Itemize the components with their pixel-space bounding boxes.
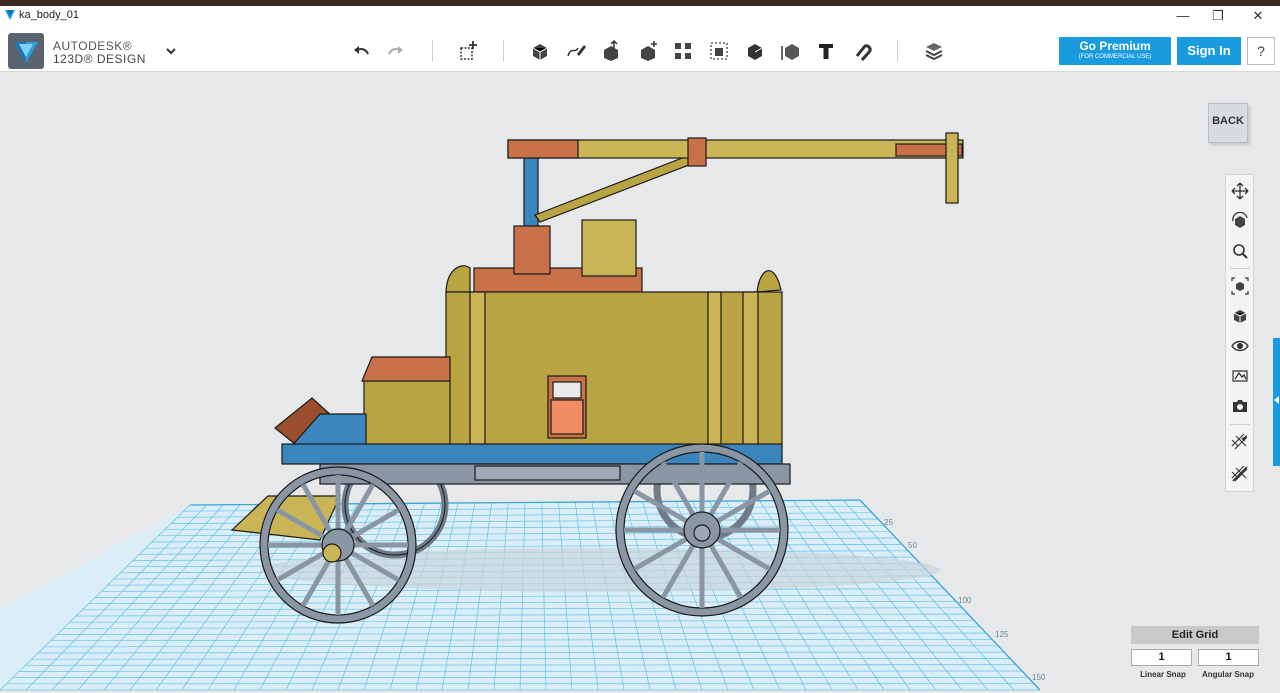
- toolbar-separator: [897, 40, 898, 62]
- extrude-icon: [604, 40, 618, 61]
- grouping-button[interactable]: [706, 38, 732, 64]
- sign-in-button[interactable]: Sign In: [1177, 37, 1241, 65]
- top-box-yellow: [581, 219, 637, 277]
- toolbar-separator: [432, 40, 433, 62]
- window-title: ka_body_01: [19, 9, 79, 21]
- seat-top: [361, 356, 451, 382]
- grid-tick-label: 150: [1032, 673, 1046, 682]
- title-bar: ka_body_01 — ❐ ✕: [0, 0, 1280, 30]
- grid-hide-icon: [1231, 465, 1248, 482]
- pan-icon: [1231, 182, 1249, 200]
- pattern-icon: [675, 43, 691, 59]
- combine-button[interactable]: [742, 38, 768, 64]
- sketch-button[interactable]: [563, 38, 589, 64]
- grid-visibility-button[interactable]: [1229, 463, 1251, 485]
- app-icon: [5, 10, 15, 20]
- snap-button[interactable]: [849, 38, 875, 64]
- tweak-icon: [641, 41, 657, 61]
- fit-icon: [1231, 277, 1249, 295]
- viewcube-label: BACK: [1212, 115, 1244, 127]
- brand-product: 123D® DESIGN: [53, 52, 146, 66]
- grid-tick-label: 25: [884, 518, 893, 527]
- combine-icon: [748, 44, 763, 60]
- visibility-button[interactable]: [1229, 335, 1251, 357]
- primitives-box-button[interactable]: [527, 38, 553, 64]
- crane-post: [523, 151, 539, 233]
- model-scene: 25 50 100 125 150: [0, 132, 1046, 691]
- construct-button[interactable]: [598, 38, 624, 64]
- text-button[interactable]: [813, 38, 839, 64]
- restore-button[interactable]: ❐: [1203, 7, 1233, 27]
- views-cube-icon: [1233, 310, 1247, 323]
- linear-snap-input[interactable]: 1: [1131, 649, 1192, 666]
- measure-button[interactable]: [778, 38, 804, 64]
- seat-box: [363, 379, 451, 449]
- linear-snap-label: Linear Snap: [1140, 670, 1186, 679]
- rear-wheel: [259, 466, 417, 624]
- minimize-button[interactable]: —: [1168, 7, 1198, 27]
- orbit-button[interactable]: [1229, 210, 1251, 232]
- crane-brace: [534, 154, 695, 223]
- go-premium-button[interactable]: Go Premium (FOR COMMERCIAL USE): [1059, 37, 1171, 65]
- close-button[interactable]: ✕: [1243, 7, 1273, 27]
- material-button[interactable]: [921, 38, 947, 64]
- box-icon: [532, 44, 548, 60]
- text-icon: [819, 44, 833, 59]
- crane-hook-arm: [945, 132, 959, 204]
- primitives-button[interactable]: [455, 38, 481, 64]
- brand-company: AUTODESK®: [53, 39, 133, 53]
- viewcube[interactable]: BACK: [1205, 97, 1251, 147]
- group-icon: [710, 42, 728, 60]
- 3d-viewport[interactable]: 25 50 100 125 150 BACK: [0, 73, 1280, 693]
- modify-button[interactable]: [635, 38, 661, 64]
- camera-icon: [1233, 400, 1247, 412]
- chevron-down-icon[interactable]: [164, 44, 178, 58]
- redo-icon: [388, 46, 403, 55]
- angular-snap-label: Angular Snap: [1201, 670, 1254, 679]
- grid-snap-icon: [1231, 433, 1248, 450]
- pan-button[interactable]: [1229, 180, 1251, 202]
- wagon-body: [445, 291, 783, 449]
- magnifier-icon: [1233, 244, 1248, 259]
- main-toolbar: AUTODESK® 123D® DESIGN Go Premium (FOR C…: [0, 30, 1280, 72]
- materials-outlines-button[interactable]: [1229, 365, 1251, 387]
- material-icon: [925, 43, 943, 61]
- undo-button[interactable]: [348, 38, 374, 64]
- undo-icon: [354, 46, 369, 55]
- toolbar-separator: [503, 40, 504, 62]
- go-premium-sublabel: (FOR COMMERCIAL USE): [1078, 54, 1152, 60]
- grid-tick-label: 100: [958, 596, 972, 605]
- measure-icon: [781, 44, 799, 60]
- views-button[interactable]: [1229, 305, 1251, 327]
- help-button[interactable]: ?: [1247, 37, 1275, 65]
- workplane-grid: [0, 499, 1041, 691]
- sketch-pencil-icon: [567, 45, 586, 57]
- eye-icon: [1231, 340, 1249, 352]
- navigation-bar: [1225, 174, 1254, 492]
- zoom-button[interactable]: [1229, 240, 1251, 262]
- grid-tick-label: 125: [995, 630, 1009, 639]
- redo-button[interactable]: [383, 38, 409, 64]
- go-premium-label: Go Premium: [1079, 39, 1151, 53]
- top-box-orange: [513, 225, 551, 275]
- grid-panel: Edit Grid 1 1 Linear Snap Angular Snap: [1131, 626, 1259, 686]
- front-wheel: [615, 443, 789, 617]
- pattern-button[interactable]: [670, 38, 696, 64]
- side-panel-toggle[interactable]: [1273, 338, 1280, 466]
- add-primitive-icon: [460, 41, 477, 60]
- edit-grid-button[interactable]: Edit Grid: [1131, 626, 1259, 644]
- fit-button[interactable]: [1229, 275, 1251, 297]
- materials-outline-icon: [1232, 370, 1248, 382]
- screenshot-button[interactable]: [1229, 395, 1251, 417]
- snap-grid-button[interactable]: [1229, 431, 1251, 453]
- orbit-icon: [1232, 212, 1248, 228]
- grid-tick-label: 50: [908, 541, 917, 550]
- arrow-left-icon: [1274, 396, 1279, 404]
- magnet-icon: [855, 44, 872, 61]
- app-logo-icon[interactable]: [8, 33, 44, 69]
- angular-snap-input[interactable]: 1: [1198, 649, 1259, 666]
